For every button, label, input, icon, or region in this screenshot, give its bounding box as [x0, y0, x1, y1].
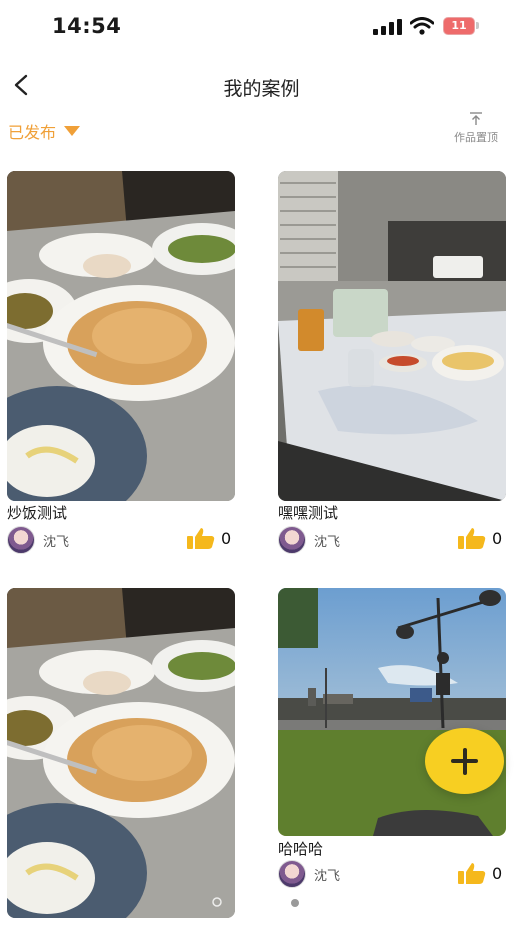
pin-top-icon [470, 112, 482, 125]
signal-icon [373, 19, 402, 35]
nav-bar: 我的案例 [0, 60, 523, 112]
avatar[interactable] [278, 860, 306, 888]
author-row: 沈飞 [278, 860, 340, 888]
status-filter-dropdown[interactable]: 已发布 [8, 119, 81, 143]
kitchen-table-photo [278, 171, 506, 501]
case-title[interactable]: 炒饭测试 [7, 502, 67, 523]
case-title[interactable]: 嘿嘿测试 [278, 502, 338, 523]
status-time: 14:54 [52, 14, 122, 38]
thumbs-up-icon [458, 528, 486, 549]
filter-label: 已发布 [8, 123, 57, 142]
battery-level: 11 [443, 17, 475, 35]
author-name: 沈飞 [314, 868, 341, 884]
add-case-button[interactable] [425, 728, 504, 794]
author-row: 沈飞 [278, 526, 340, 554]
pin-to-top-button[interactable]: 作品置顶 [440, 111, 512, 151]
pin-label: 作品置顶 [454, 131, 498, 144]
like-button[interactable]: 0 [458, 527, 502, 549]
caret-down-icon [64, 126, 81, 136]
fried-rice-photo [7, 171, 235, 501]
thumbs-up-icon [458, 863, 486, 884]
avatar[interactable] [278, 526, 306, 554]
wifi-icon [410, 17, 434, 35]
street-sunset-photo [278, 588, 506, 836]
case-photo[interactable] [7, 171, 235, 501]
battery-icon: 11 [443, 17, 479, 35]
avatar[interactable] [7, 526, 35, 554]
thumbs-up-icon [187, 528, 215, 549]
like-count: 0 [492, 863, 503, 883]
like-count: 0 [492, 528, 503, 548]
like-count: 0 [221, 528, 232, 548]
case-title[interactable]: 哈哈哈 [278, 838, 323, 859]
author-row: 沈飞 [7, 526, 69, 554]
like-button[interactable]: 0 [458, 862, 502, 884]
fried-rice-photo [7, 588, 235, 918]
scroll-indicator-dot [291, 899, 299, 907]
author-name: 沈飞 [43, 534, 70, 550]
page-title: 我的案例 [223, 78, 300, 100]
case-photo[interactable] [278, 588, 506, 836]
status-bar: 14:54 11 [0, 0, 523, 56]
case-photo[interactable] [7, 588, 235, 918]
author-name: 沈飞 [314, 534, 341, 550]
like-button[interactable]: 0 [187, 527, 231, 549]
case-photo[interactable] [278, 171, 506, 501]
